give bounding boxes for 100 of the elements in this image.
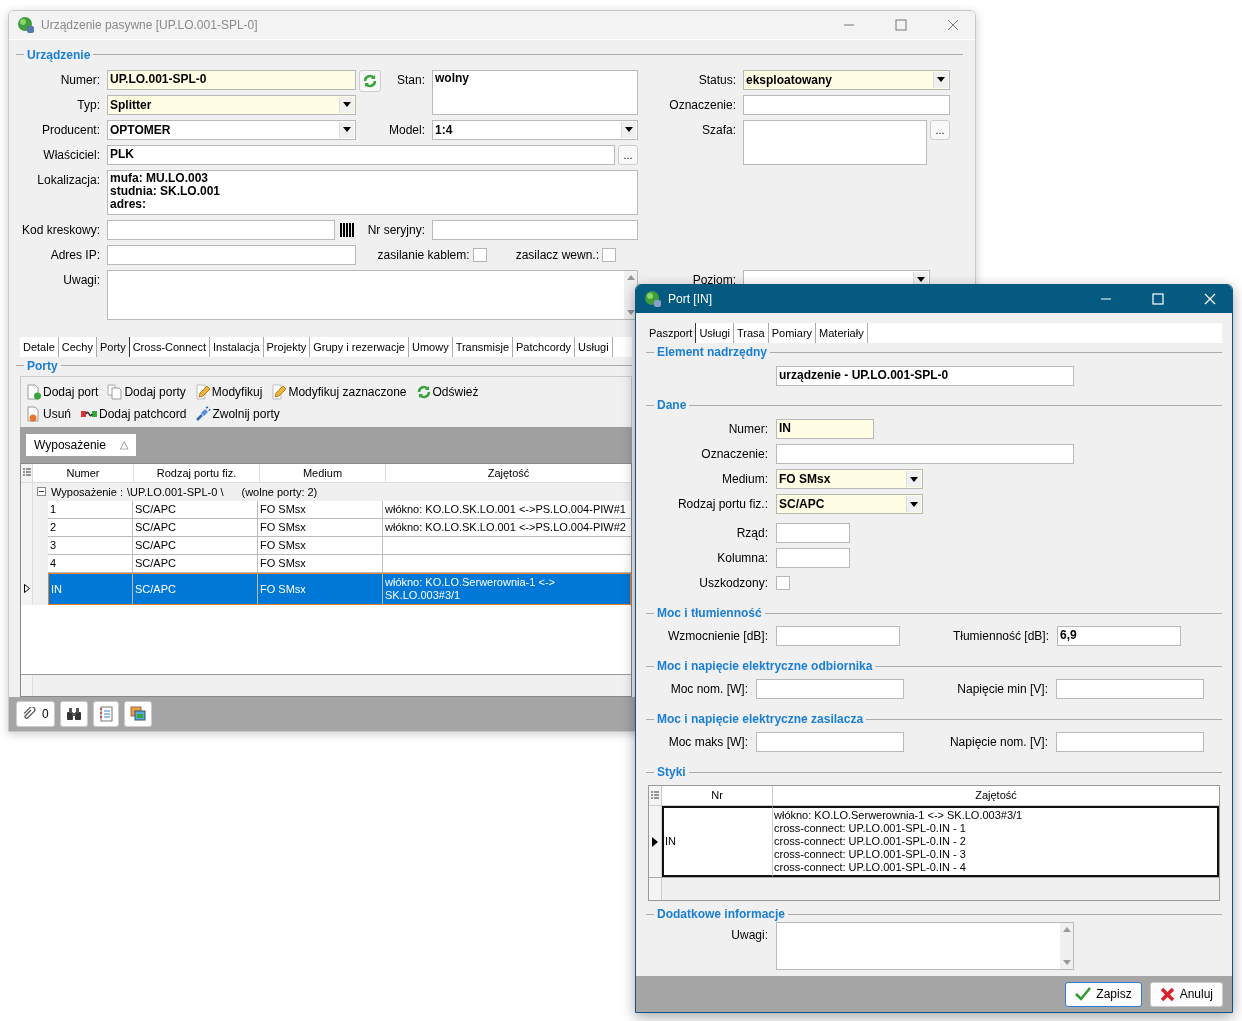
input-field[interactable] bbox=[107, 219, 335, 240]
column-header[interactable]: Numer bbox=[33, 463, 134, 482]
input-field[interactable]: IN bbox=[776, 419, 874, 439]
barcode-icon[interactable] bbox=[339, 221, 355, 238]
input-field[interactable]: UP.LO.001-SPL-0 bbox=[107, 69, 356, 90]
input-field[interactable] bbox=[776, 444, 1074, 464]
toolbar-button[interactable]: Dodaj porty bbox=[106, 383, 187, 400]
toolbar-button[interactable]: Dodaj port bbox=[25, 383, 100, 400]
dropdown[interactable]: 1:4 bbox=[432, 119, 638, 140]
table-row[interactable]: IN SC/APC FO SMsx włókno: KO.LO.Serwerownia-1 <-> SK.LO.003#3/1 bbox=[21, 572, 631, 605]
field-label: Kod kreskowy: bbox=[20, 222, 101, 237]
column-header[interactable]: Zajętość bbox=[773, 786, 1219, 805]
input-field[interactable] bbox=[776, 626, 900, 646]
row-header[interactable] bbox=[21, 572, 33, 605]
input-field[interactable] bbox=[756, 679, 904, 699]
dropdown[interactable]: Splitter bbox=[107, 94, 356, 115]
input-field[interactable] bbox=[776, 548, 850, 568]
table-row[interactable]: 2 SC/APC FO SMsx włókno: KO.LO.SK.LO.001 <->PS.LO.004-PIW#2 bbox=[21, 518, 631, 537]
tool-button[interactable] bbox=[59, 700, 88, 727]
table-row[interactable]: 4 SC/APC FO SMsx bbox=[21, 554, 631, 573]
notes-text-box[interactable] bbox=[776, 922, 1074, 970]
table-cell: 4 bbox=[48, 554, 133, 573]
refresh-button[interactable] bbox=[359, 69, 381, 92]
input-field[interactable]: PLK bbox=[107, 144, 615, 165]
cancel-button[interactable]: Anuluj bbox=[1149, 981, 1223, 1007]
table-row[interactable]: 1 SC/APC FO SMsx włókno: KO.LO.SK.LO.001 <->PS.LO.004-PIW#1 bbox=[21, 500, 631, 519]
table-row[interactable]: 3 SC/APC FO SMsx bbox=[21, 536, 631, 555]
tab[interactable]: Paszport bbox=[646, 323, 697, 343]
pages-icon bbox=[107, 383, 124, 400]
field-label: Uszkodzony: bbox=[698, 576, 768, 590]
input-field[interactable] bbox=[432, 219, 638, 240]
column-chooser-icon[interactable] bbox=[651, 790, 659, 801]
tab[interactable]: Materiały bbox=[816, 323, 868, 343]
section-title: Moc i tłumienność bbox=[657, 606, 762, 620]
cabinet-text-box[interactable] bbox=[743, 119, 927, 165]
status-text-box[interactable]: wolny bbox=[432, 69, 638, 115]
toolbar-button[interactable]: Dodaj patchcord bbox=[79, 405, 188, 422]
column-header[interactable]: Zajętość bbox=[386, 463, 631, 482]
windows-icon bbox=[129, 705, 146, 722]
input-field[interactable] bbox=[1056, 732, 1204, 752]
browse-button[interactable]: ... bbox=[618, 144, 638, 165]
dropdown[interactable]: eksploatowany bbox=[743, 69, 950, 90]
field-label: Medium: bbox=[721, 472, 768, 486]
toolbar-button[interactable]: Modyfikuj zaznaczone bbox=[270, 383, 408, 400]
window-title: Port [IN] bbox=[668, 292, 712, 306]
notes-text-box[interactable] bbox=[107, 269, 638, 320]
group-by-chip[interactable]: Wyposażenie △ bbox=[26, 433, 136, 456]
tab[interactable]: Grupy i rezerwacje bbox=[310, 336, 409, 357]
dropdown[interactable]: SC/APC bbox=[776, 494, 923, 514]
collapse-toggle[interactable] bbox=[37, 487, 46, 497]
browse-button[interactable]: ... bbox=[930, 119, 950, 140]
close-icon[interactable] bbox=[947, 18, 959, 31]
input-field[interactable]: 6,9 bbox=[1057, 626, 1181, 646]
column-header[interactable]: Nr bbox=[662, 786, 773, 805]
caret-icon bbox=[343, 102, 351, 108]
page-remove-icon bbox=[26, 405, 42, 422]
caret-icon bbox=[910, 501, 918, 507]
tab[interactable]: Usługi bbox=[575, 336, 613, 357]
input-field[interactable] bbox=[743, 94, 950, 115]
checkbox[interactable] bbox=[602, 247, 616, 262]
input-field[interactable]: urządzenie - UP.LO.001-SPL-0 bbox=[776, 366, 1074, 386]
field-label: Napięcie nom. [V]: bbox=[948, 735, 1048, 749]
checkbox[interactable] bbox=[472, 247, 487, 262]
dropdown[interactable]: OPTOMER bbox=[107, 119, 356, 140]
location-text-box[interactable]: mufa: MU.LO.003 studnia: SK.LO.001 adres: bbox=[107, 169, 638, 215]
tab[interactable]: Detale bbox=[20, 336, 59, 357]
input-field[interactable] bbox=[107, 244, 356, 265]
save-button[interactable]: Zapisz bbox=[1065, 981, 1142, 1007]
maximize-icon[interactable] bbox=[895, 18, 907, 31]
field-label: Właściciel: bbox=[42, 147, 101, 162]
toolbar-button[interactable]: Usuń bbox=[25, 405, 72, 422]
input-field[interactable] bbox=[756, 732, 904, 752]
column-chooser-icon[interactable] bbox=[22, 467, 31, 478]
plug-icon bbox=[195, 405, 212, 422]
row-pointer-icon bbox=[23, 584, 30, 594]
column-header[interactable]: Rodzaj portu fiz. bbox=[134, 463, 260, 482]
caret-icon bbox=[625, 127, 633, 133]
tab[interactable]: Trasa bbox=[734, 323, 769, 343]
toolbar-button[interactable]: Zwolnij porty bbox=[194, 405, 281, 422]
free-ports-count: (wolne porty: 2) bbox=[241, 485, 318, 498]
section-title: Styki bbox=[657, 765, 686, 779]
checkbox[interactable] bbox=[776, 576, 790, 590]
toolbar-button[interactable]: Modyfikuj bbox=[193, 383, 264, 400]
globe-icon bbox=[644, 290, 662, 308]
table-cell: włókno: KO.LO.Serwerownia-1 <-> SK.LO.003#3/1 bbox=[383, 572, 631, 605]
tool-button[interactable]: 0 bbox=[16, 700, 55, 727]
dropdown[interactable]: FO SMsx bbox=[776, 469, 923, 489]
field-label: Typ: bbox=[76, 97, 101, 112]
table-row[interactable]: IN włókno: KO.LO.Serwerownia-1 <-> SK.LO.003#3/1 cross-connect: UP.LO.001-SPL-0.IN - 1 cross-connect: UP.LO.001-SPL-0.IN - 2 cross-connect: UP.LO.001-SPL-0.IN - 3 cross-connect: UP.LO.001-SPL-0.IN - 4 bbox=[649, 806, 1219, 877]
toolbar-button[interactable]: Odśwież bbox=[414, 383, 480, 400]
table-cell: SC/APC bbox=[133, 554, 258, 573]
refresh-icon bbox=[415, 383, 432, 400]
column-header[interactable]: Medium bbox=[260, 463, 386, 482]
globe-icon bbox=[17, 15, 35, 34]
input-field[interactable] bbox=[1056, 679, 1204, 699]
table-cell: włókno: KO.LO.SK.LO.001 <->PS.LO.004-PIW#1 bbox=[383, 500, 631, 519]
input-field[interactable] bbox=[776, 523, 850, 543]
field-label: Tłumienność [dB]: bbox=[951, 629, 1049, 643]
tab[interactable]: Porty bbox=[97, 336, 130, 357]
tab[interactable]: Patchcordy bbox=[513, 336, 576, 357]
